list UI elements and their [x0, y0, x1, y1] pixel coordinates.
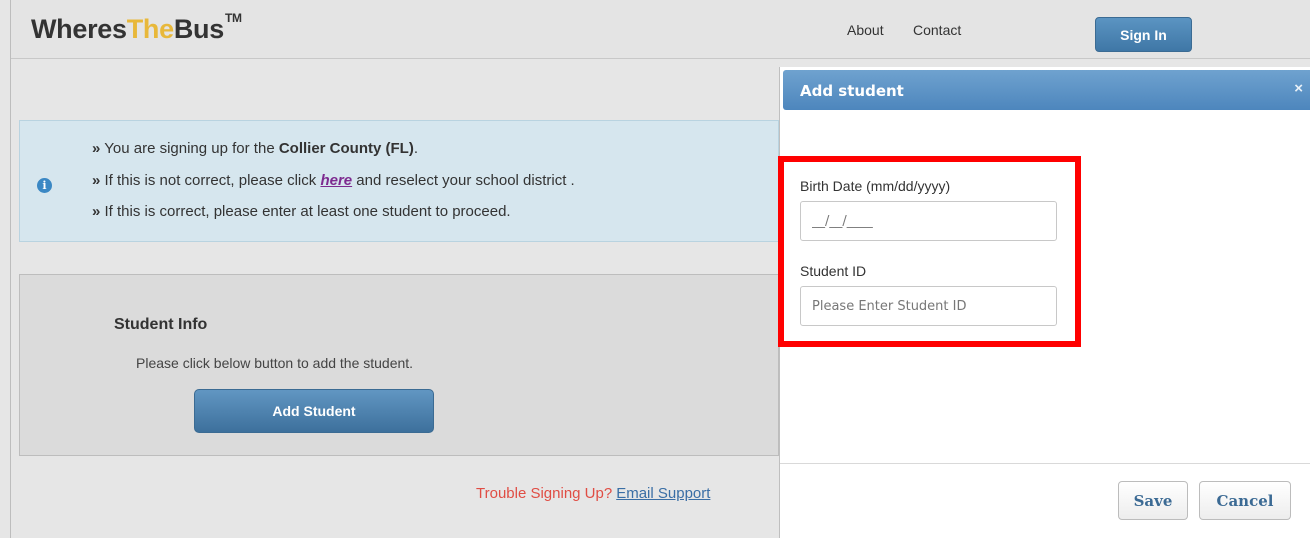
student-info-panel: Student Info Please click below button t…	[19, 274, 779, 456]
info-box: i » You are signing up for the Collier C…	[19, 120, 779, 242]
reselect-district-link[interactable]: here	[320, 172, 352, 189]
info-line2-suffix: and reselect your school district .	[352, 172, 575, 189]
logo-text-bus: Bus	[173, 14, 224, 44]
student-id-input[interactable]	[800, 286, 1057, 326]
info-line2-prefix: If this is not correct, please click	[104, 172, 321, 189]
support-text: Trouble Signing Up?	[476, 485, 613, 502]
student-id-label: Student ID	[800, 263, 867, 279]
info-line1-prefix: You are signing up for the	[104, 140, 279, 157]
info-icon: i	[37, 178, 52, 193]
add-student-button[interactable]: Add Student	[194, 389, 434, 433]
email-support-link[interactable]: Email Support	[616, 485, 710, 502]
save-button[interactable]: Save	[1118, 481, 1188, 520]
birth-date-label: Birth Date (mm/dd/yyyy)	[800, 178, 951, 194]
info-line-reselect: » If this is not correct, please click h…	[92, 172, 575, 189]
nav-about-link[interactable]: About	[847, 22, 884, 38]
bullet: »	[92, 140, 101, 157]
bullet: »	[92, 172, 101, 189]
logo-text-wheres: Wheres	[31, 14, 127, 44]
logo-trademark: TM	[224, 11, 242, 25]
support-line: Trouble Signing Up? Email Support	[476, 485, 710, 502]
info-line-district: » You are signing up for the Collier Cou…	[92, 140, 418, 157]
add-student-modal: Add student × Birth Date (mm/dd/yyyy) St…	[778, 67, 1310, 538]
logo-text-the: The	[126, 14, 174, 44]
nav-contact-link[interactable]: Contact	[913, 22, 961, 38]
student-info-description: Please click below button to add the stu…	[136, 355, 414, 371]
info-line3: If this is correct, please enter at leas…	[104, 203, 511, 220]
district-name: Collier County (FL)	[278, 140, 414, 157]
logo[interactable]: WheresTheBusTM	[31, 11, 242, 45]
sign-in-button[interactable]: Sign In	[1095, 17, 1192, 52]
header: WheresTheBusTM About Contact Sign In	[11, 0, 1310, 59]
info-line1-suffix: .	[413, 140, 418, 157]
bullet: »	[92, 203, 101, 220]
cancel-button[interactable]: Cancel	[1199, 481, 1291, 520]
info-line-proceed: » If this is correct, please enter at le…	[92, 203, 511, 220]
birth-date-input[interactable]	[800, 201, 1057, 241]
student-info-title: Student Info	[114, 316, 208, 333]
modal-footer-divider	[780, 463, 1310, 464]
modal-header: Add student ×	[783, 70, 1310, 110]
page-edge	[10, 0, 11, 538]
modal-title: Add student	[800, 82, 904, 100]
close-icon[interactable]: ×	[1294, 80, 1303, 97]
